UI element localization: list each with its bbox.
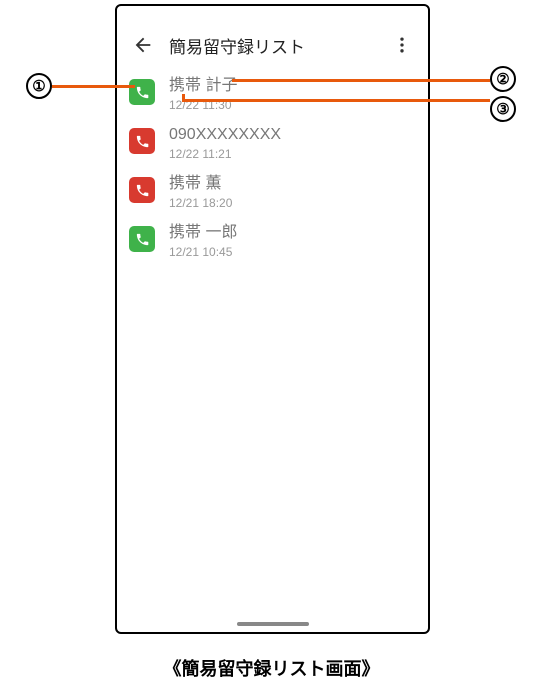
list-item[interactable]: 090XXXXXXXX 12/22 11:21 [117, 119, 428, 168]
item-time: 12/21 10:45 [169, 244, 237, 260]
phone-icon [129, 177, 155, 203]
app-bar-title: 簡易留守録リスト [169, 33, 384, 58]
list-item[interactable]: 携帯 計子 12/22 11:30 [117, 70, 428, 119]
callout-number-3: ③ [490, 96, 516, 122]
item-time: 12/21 18:20 [169, 195, 232, 211]
back-button[interactable] [125, 27, 161, 63]
item-name: 携帯 薫 [169, 174, 232, 194]
item-name: 携帯 一郎 [169, 223, 237, 243]
app-bar: 簡易留守録リスト [117, 22, 428, 68]
more-vert-icon [392, 35, 412, 55]
phone-icon [129, 128, 155, 154]
callout-line-3-tick [182, 94, 185, 102]
item-time: 12/22 11:21 [169, 146, 281, 162]
figure-caption: 《簡易留守録リスト画面》 [0, 655, 543, 681]
item-name: 090XXXXXXXX [169, 125, 281, 145]
callout-number-1: ① [26, 73, 52, 99]
overflow-menu-button[interactable] [384, 27, 420, 63]
phone-icon [129, 226, 155, 252]
back-arrow-icon [132, 34, 154, 56]
list-item[interactable]: 携帯 薫 12/21 18:20 [117, 168, 428, 217]
home-indicator [237, 622, 309, 626]
callout-line-3 [182, 99, 490, 102]
callout-line-1 [52, 85, 135, 88]
voicemail-list: 携帯 計子 12/22 11:30 090XXXXXXXX 12/22 11:2… [117, 68, 428, 266]
callout-line-2 [232, 79, 490, 82]
callout-number-2: ② [490, 66, 516, 92]
item-name: 携帯 計子 [169, 76, 237, 96]
status-bar-spacer [117, 6, 428, 22]
phone-icon [129, 79, 155, 105]
list-item[interactable]: 携帯 一郎 12/21 10:45 [117, 217, 428, 266]
